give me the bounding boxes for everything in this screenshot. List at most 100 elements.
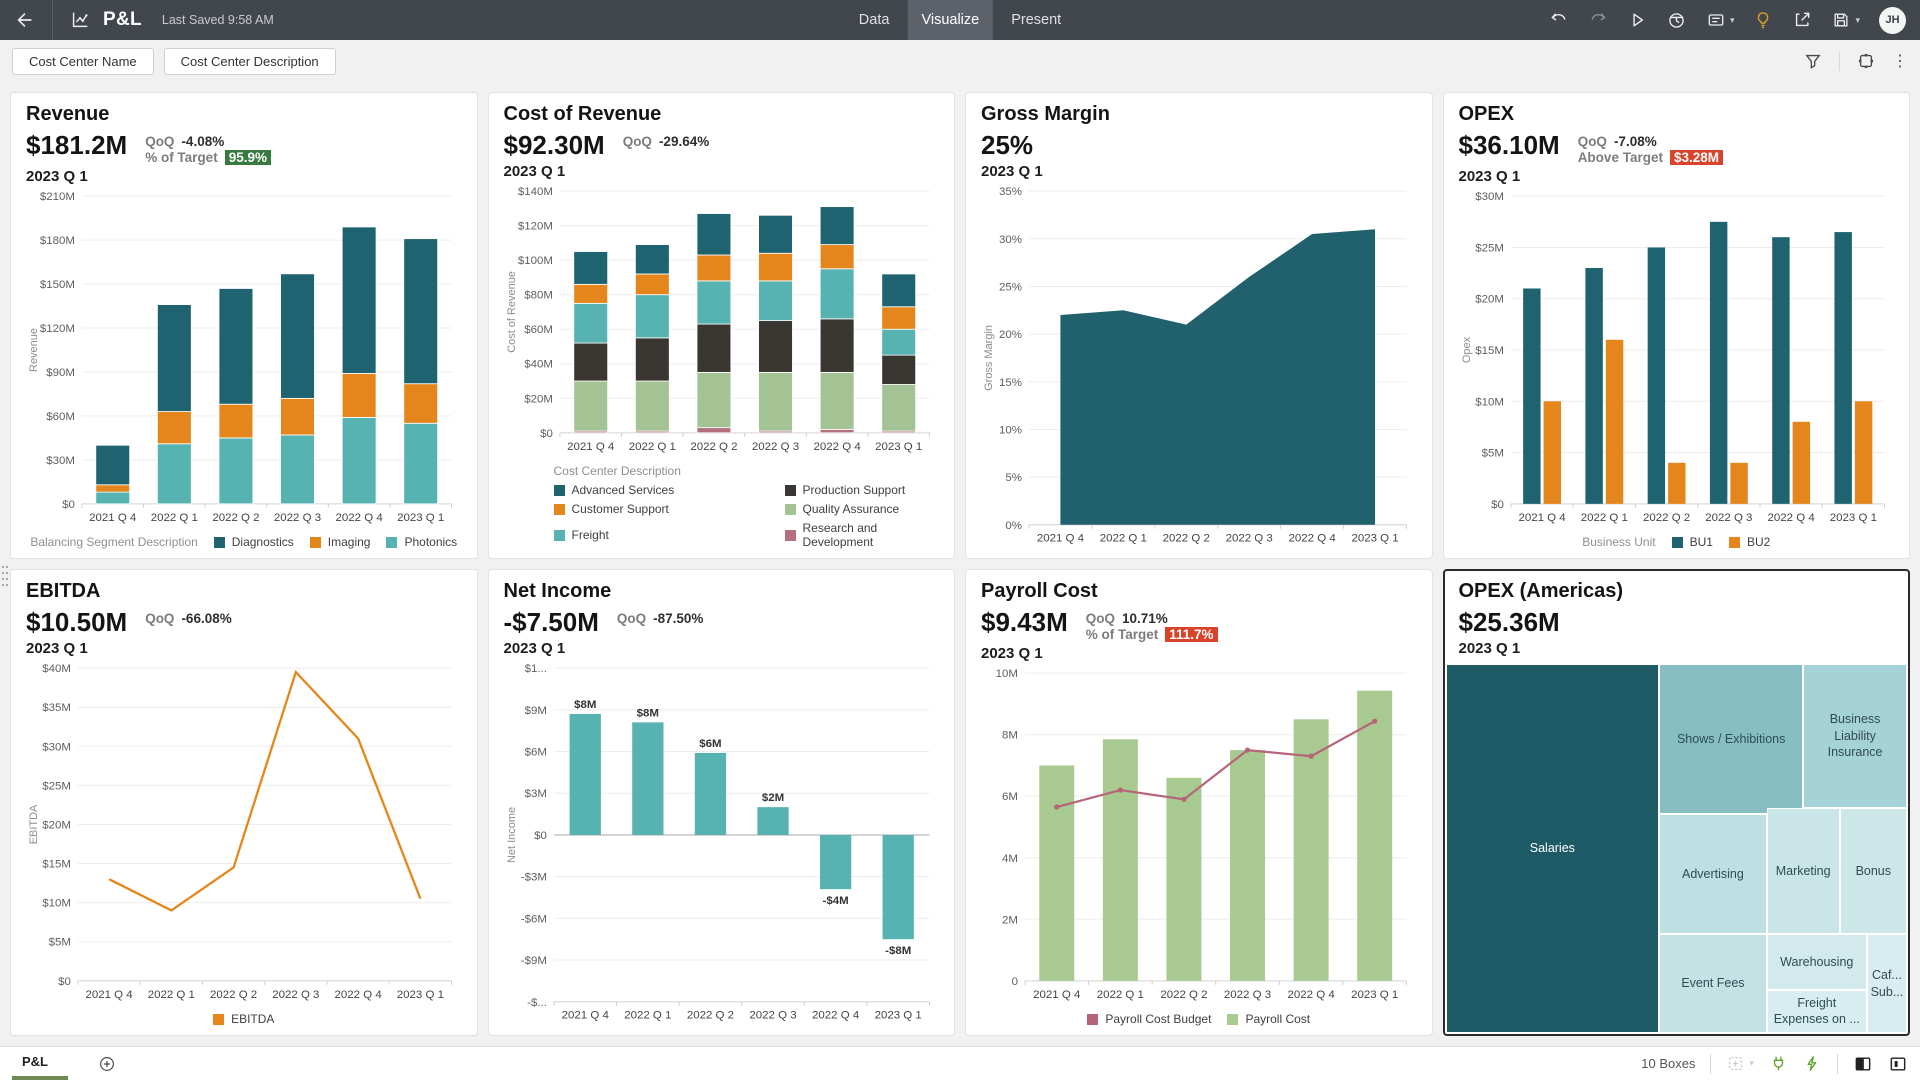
kebab-menu-icon[interactable]: ⋮ [1892, 51, 1908, 71]
canvas-tab-pl[interactable]: P&L [12, 1047, 68, 1080]
legend-item[interactable]: BU1 [1672, 535, 1713, 549]
legend-item[interactable]: BU2 [1729, 535, 1770, 549]
legend-item[interactable]: Diagnostics [214, 535, 294, 549]
undo-icon[interactable] [1549, 10, 1569, 30]
svg-text:2022 Q 3: 2022 Q 3 [1705, 512, 1752, 524]
legend-item[interactable]: Imaging [310, 535, 371, 549]
svg-text:$25M: $25M [42, 780, 71, 792]
legend-item[interactable]: Research and Development [785, 521, 940, 549]
svg-text:$25M: $25M [1475, 242, 1504, 254]
svg-text:$8M: $8M [574, 699, 596, 711]
treemap-node-freight-expenses-on[interactable]: Freight Expenses on ... [1767, 990, 1867, 1033]
grid-autofit-icon[interactable]: ▾ [1726, 1054, 1754, 1073]
treemap-node-event-fees[interactable]: Event Fees [1659, 934, 1767, 1033]
kpi-value: 10.71% [1122, 611, 1168, 626]
legend-item[interactable]: Photonics [386, 535, 457, 549]
canvas-properties-icon[interactable] [1856, 51, 1876, 71]
kpi-qoq: QoQ-7.08% [1578, 134, 1723, 149]
opex-chart[interactable]: $0$5M$10M$15M$20M$25M$30M2021 Q 42022 Q … [1459, 187, 1895, 530]
legend-item[interactable]: Payroll Cost Budget [1087, 1012, 1211, 1026]
period-label: 2023 Q 1 [26, 168, 462, 185]
legend-item[interactable]: Quality Assurance [785, 502, 940, 516]
canvas-resize-handle-icon[interactable] [1, 563, 9, 592]
legend-item[interactable]: Customer Support [554, 502, 769, 516]
filter-chip-cost-center-name[interactable]: Cost Center Name [12, 48, 154, 75]
back-icon[interactable] [14, 9, 36, 31]
legend-swatch [310, 537, 321, 548]
add-canvas-icon[interactable] [98, 1055, 116, 1073]
cost-of-revenue-chart[interactable]: $0$20M$40M$60M$80M$100M$120M$140M2021 Q … [504, 182, 940, 459]
tab-present[interactable]: Present [997, 0, 1075, 40]
treemap-node-shows-exhibitions[interactable]: Shows / Exhibitions [1659, 664, 1803, 814]
save-icon[interactable]: ▾ [1831, 10, 1860, 30]
run-icon[interactable] [1627, 10, 1647, 30]
panel-right-toggle-icon[interactable] [1888, 1054, 1908, 1074]
revenue-chart[interactable]: $0$30M$60M$90M$120M$150M$180M$210M2021 Q… [26, 187, 462, 530]
tile-net-income[interactable]: Net Income -$7.50M QoQ-87.50% 2023 Q 1 $… [488, 569, 956, 1036]
svg-text:25%: 25% [999, 282, 1022, 294]
redo-icon[interactable] [1588, 10, 1608, 30]
treemap-node-caf-sub[interactable]: Caf... Sub... [1867, 934, 1907, 1033]
gross-margin-chart[interactable]: 0%5%10%15%20%25%30%35%2021 Q 42022 Q 120… [981, 182, 1417, 551]
svg-text:-$3M: -$3M [520, 872, 546, 884]
svg-text:2022 Q 2: 2022 Q 2 [1643, 512, 1690, 524]
svg-text:2022 Q 2: 2022 Q 2 [690, 441, 737, 453]
svg-text:2023 Q 1: 2023 Q 1 [397, 989, 444, 1001]
open-in-app-icon[interactable] [1792, 10, 1812, 30]
insights-lightbulb-icon[interactable] [1753, 10, 1773, 30]
svg-text:2022 Q 3: 2022 Q 3 [1224, 989, 1271, 1001]
treemap-node-salaries[interactable]: Salaries [1446, 664, 1660, 1033]
legend-item[interactable]: Advanced Services [554, 483, 769, 497]
period-label: 2023 Q 1 [504, 163, 940, 180]
treemap-node-marketing[interactable]: Marketing [1767, 808, 1840, 934]
panel-left-toggle-icon[interactable] [1853, 1054, 1873, 1074]
svg-text:-$4M: -$4M [822, 895, 848, 907]
top-bar: P&L Last Saved 9:58 AM Data Visualize Pr… [0, 0, 1920, 40]
tile-payroll-cost[interactable]: Payroll Cost $9.43M QoQ10.71%% of Target… [965, 569, 1433, 1036]
ebitda-chart[interactable]: $0$5M$10M$15M$20M$25M$30M$35M$40M2021 Q … [26, 659, 462, 1007]
opex-americas-treemap[interactable]: SalariesShows / ExhibitionsBusiness Liab… [1446, 664, 1908, 1033]
notes-icon[interactable]: ▾ [1706, 10, 1735, 30]
svg-text:2023 Q 1: 2023 Q 1 [875, 441, 922, 453]
treemap-node-warehousing[interactable]: Warehousing [1767, 934, 1867, 990]
legend-item[interactable]: Production Support [785, 483, 940, 497]
kpi-main-value: $25.36M [1459, 608, 1560, 637]
kpi-main-value: 25% [981, 131, 1033, 160]
kpi-main-value: $9.43M [981, 608, 1068, 637]
tab-data[interactable]: Data [845, 0, 904, 40]
tile-gross-margin[interactable]: Gross Margin 25% 2023 Q 1 0%5%10%15%20%2… [965, 92, 1433, 559]
tile-opex[interactable]: OPEX $36.10M QoQ-7.08%Above Target$3.28M… [1443, 92, 1911, 559]
tile-opex-americas[interactable]: OPEX (Americas) $25.36M 2023 Q 1 Salarie… [1443, 569, 1911, 1036]
net-income-chart[interactable]: $1...$9M$6M$3M$0-$3M-$6M-$9M-$...2021 Q … [504, 659, 940, 1028]
svg-text:2022 Q 1: 2022 Q 1 [1580, 512, 1627, 524]
svg-text:2022 Q 3: 2022 Q 3 [272, 989, 319, 1001]
period-label: 2023 Q 1 [1459, 640, 1895, 657]
legend-item[interactable]: EBITDA [213, 1012, 274, 1026]
filter-funnel-icon[interactable] [1803, 51, 1823, 71]
svg-text:6M: 6M [1002, 791, 1018, 803]
filter-chip-cost-center-description[interactable]: Cost Center Description [164, 48, 336, 75]
legend-item[interactable]: Payroll Cost [1227, 1012, 1310, 1026]
treemap-node-label: Caf... Sub... [1871, 967, 1904, 1001]
legend-title: Business Unit [1582, 535, 1655, 549]
kpi-value: -4.08% [181, 134, 224, 149]
tab-visualize[interactable]: Visualize [907, 0, 993, 40]
lightning-icon[interactable] [1803, 1054, 1822, 1073]
kpi-badge: $3.28M [1670, 150, 1723, 165]
schedule-icon[interactable] [1666, 10, 1687, 31]
svg-text:$9M: $9M [524, 705, 546, 717]
svg-text:30%: 30% [999, 234, 1022, 246]
svg-text:2022 Q 2: 2022 Q 2 [1160, 989, 1207, 1001]
treemap-node-business-liability-insurance[interactable]: Business Liability Insurance [1803, 664, 1907, 808]
legend-item[interactable]: Freight [554, 521, 769, 549]
tile-ebitda[interactable]: EBITDA $10.50M QoQ-66.08% 2023 Q 1 $0$5M… [10, 569, 478, 1036]
treemap-node-bonus[interactable]: Bonus [1840, 808, 1907, 934]
tile-revenue[interactable]: Revenue $181.2M QoQ-4.08%% of Target95.9… [10, 92, 478, 559]
payroll-cost-chart[interactable]: 02M4M6M8M10M2021 Q 42022 Q 12022 Q 22022… [981, 664, 1417, 1007]
tile-cost-of-revenue[interactable]: Cost of Revenue $92.30M QoQ-29.64% 2023 … [488, 92, 956, 559]
treemap-node-label: Bonus [1856, 863, 1891, 880]
plug-icon[interactable] [1769, 1054, 1788, 1073]
treemap-node-advertising[interactable]: Advertising [1659, 814, 1767, 934]
svg-text:$80M: $80M [524, 290, 553, 302]
avatar[interactable]: JH [1879, 7, 1906, 34]
